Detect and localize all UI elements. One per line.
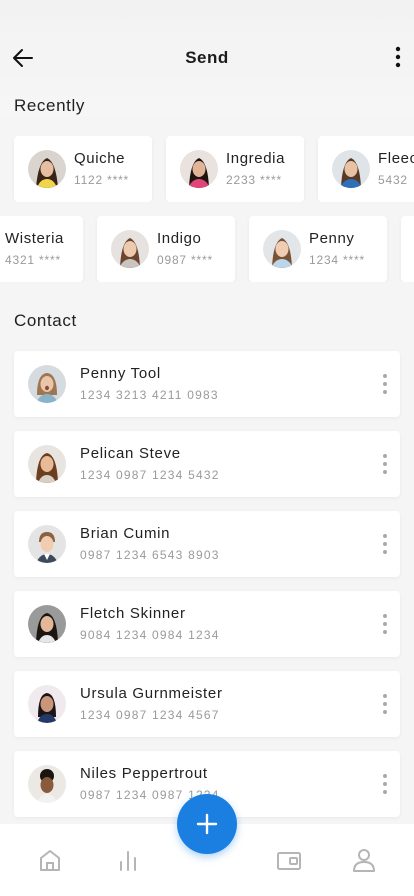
more-vertical-icon[interactable]: [378, 691, 392, 717]
recent-contact-card[interactable]: Fleec 5432: [318, 136, 414, 202]
recent-contact-name: Fleec: [378, 150, 414, 167]
recent-contact-name: Ingredia: [226, 150, 286, 167]
recent-row-2: Wisteria 4321 **** Indigo 0987 **** Penn…: [0, 216, 414, 282]
more-vertical-icon[interactable]: [378, 451, 392, 477]
contact-card[interactable]: Brian Cumin 0987 1234 6543 8903: [14, 511, 400, 577]
page-title: Send: [185, 48, 229, 67]
contact-number: 1234 0987 1234 5432: [80, 468, 220, 482]
recent-contact-number: 4321 ****: [5, 253, 61, 267]
recent-contact-name: Indigo: [157, 230, 202, 247]
contact-number: 0987 1234 6543 8903: [80, 548, 220, 562]
wallet-icon[interactable]: [275, 846, 303, 874]
contact-number: 1234 0987 1234 4567: [80, 708, 220, 722]
recent-contact-name: Quiche: [74, 150, 126, 167]
contact-card[interactable]: Penny Tool 1234 3213 4211 0983: [14, 351, 400, 417]
avatar: [28, 365, 66, 403]
stats-icon[interactable]: [114, 846, 142, 874]
contact-heading: Contact: [14, 311, 77, 330]
avatar: [111, 230, 149, 268]
contact-name: Ursula Gurnmeister: [80, 685, 223, 702]
more-vertical-icon[interactable]: [378, 771, 392, 797]
more-vertical-icon[interactable]: [378, 531, 392, 557]
avatar: [28, 525, 66, 563]
contact-number: 1234 3213 4211 0983: [80, 388, 219, 402]
profile-icon[interactable]: [350, 846, 378, 874]
more-vertical-icon[interactable]: [378, 371, 392, 397]
recent-row-1: Quiche 1122 **** Ingredia 2233 **** Flee…: [0, 136, 414, 202]
avatar: [332, 150, 370, 188]
avatar: [28, 445, 66, 483]
avatar: [28, 765, 66, 803]
recent-contact-card[interactable]: Wisteria 4321 ****: [0, 216, 83, 282]
contact-name: Penny Tool: [80, 365, 161, 382]
avatar: [180, 150, 218, 188]
recent-contact-name: Wisteria: [5, 230, 64, 247]
contact-name: Brian Cumin: [80, 525, 171, 542]
plus-icon: [196, 813, 218, 835]
recent-contact-number: 1234 ****: [309, 253, 365, 267]
recently-heading: Recently: [14, 96, 85, 115]
contact-card[interactable]: Fletch Skinner 9084 1234 0984 1234: [14, 591, 400, 657]
contact-card[interactable]: Ursula Gurnmeister 1234 0987 1234 4567: [14, 671, 400, 737]
recent-contact-number: 0987 ****: [157, 253, 213, 267]
more-vertical-icon[interactable]: [378, 611, 392, 637]
contact-card[interactable]: Pelican Steve 1234 0987 1234 5432: [14, 431, 400, 497]
home-icon[interactable]: [36, 846, 64, 874]
recent-contact-card[interactable]: Ingredia 2233 ****: [166, 136, 304, 202]
avatar: [28, 685, 66, 723]
contact-name: Pelican Steve: [80, 445, 181, 462]
recent-contact-name: Penny: [309, 230, 355, 247]
recent-contact-card[interactable]: [401, 216, 414, 282]
recent-contact-number: 5432: [378, 173, 408, 187]
recent-contact-card[interactable]: Penny 1234 ****: [249, 216, 387, 282]
more-vertical-icon[interactable]: [388, 44, 408, 70]
recent-contact-card[interactable]: Quiche 1122 ****: [14, 136, 152, 202]
add-button[interactable]: [177, 794, 237, 854]
recent-contact-number: 2233 ****: [226, 173, 282, 187]
contact-name: Niles Peppertrout: [80, 765, 208, 782]
avatar: [28, 150, 66, 188]
recent-contact-number: 1122 ****: [74, 173, 130, 187]
contact-name: Fletch Skinner: [80, 605, 186, 622]
avatar: [263, 230, 301, 268]
recent-contact-card[interactable]: Indigo 0987 ****: [97, 216, 235, 282]
avatar: [28, 605, 66, 643]
contact-number: 9084 1234 0984 1234: [80, 628, 220, 642]
